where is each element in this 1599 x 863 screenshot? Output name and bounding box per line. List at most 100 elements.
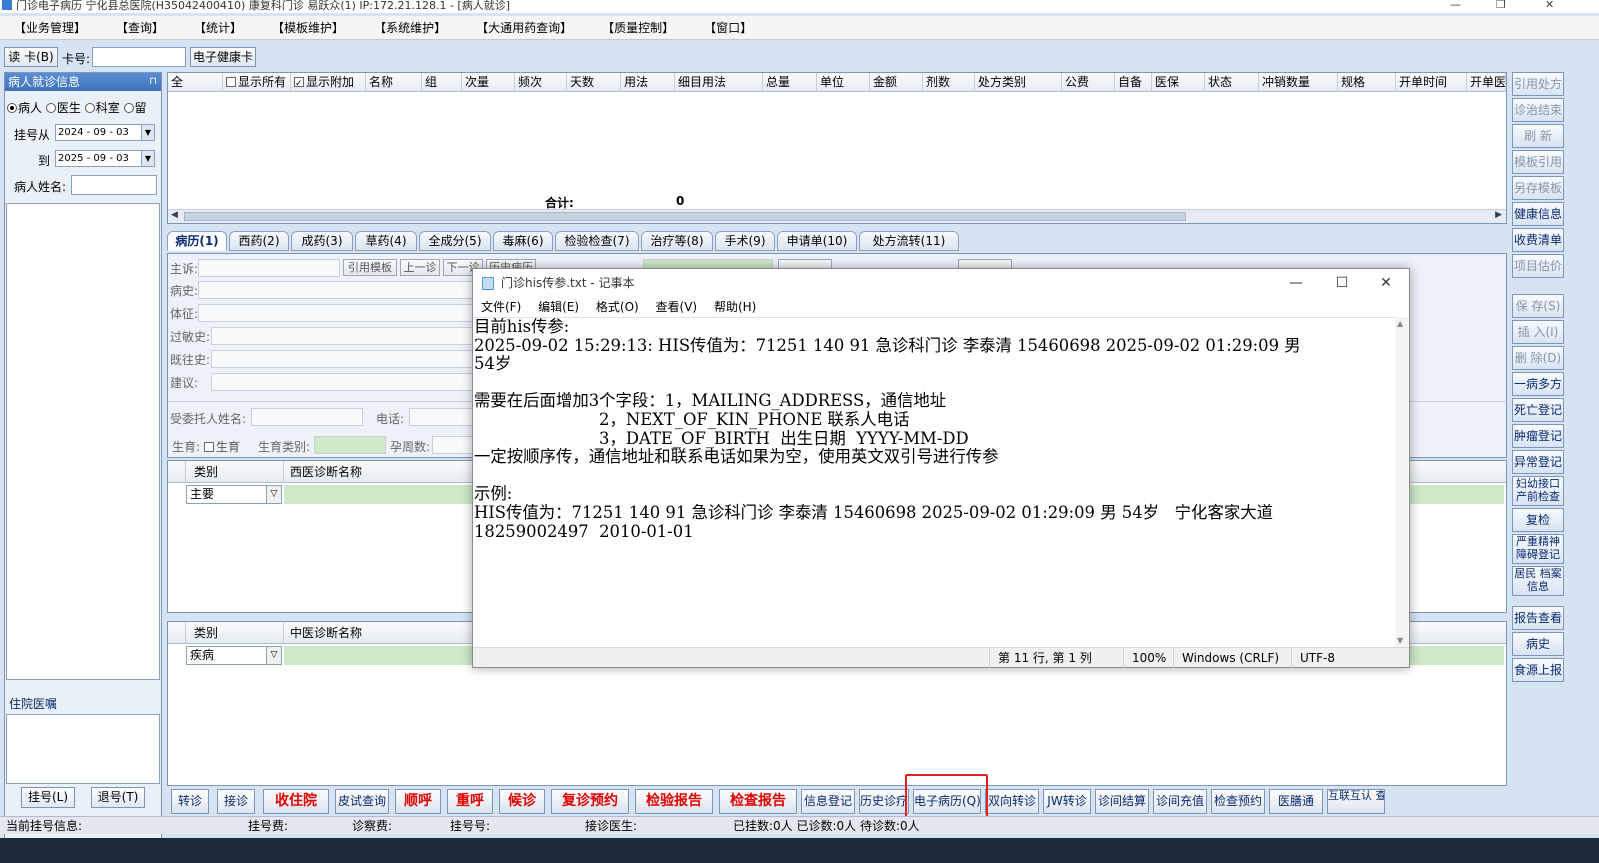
- call-next-button[interactable]: 顺呼: [395, 789, 441, 814]
- show-extra-checkbox[interactable]: 显示附加: [291, 73, 366, 92]
- skin-test-query-button[interactable]: 皮试查询: [335, 789, 389, 814]
- diag-type-select[interactable]: 主要 ▽: [186, 485, 282, 504]
- revisit-appointment-button[interactable]: 复诊预约: [551, 789, 629, 814]
- radio-doctor[interactable]: 医生: [45, 101, 81, 115]
- mental-disorder-register-button[interactable]: 严重精神 障碍登记: [1512, 534, 1564, 564]
- exam-input[interactable]: [198, 304, 478, 322]
- patient-list[interactable]: [6, 203, 160, 680]
- report-view-button[interactable]: 报告查看: [1512, 606, 1564, 630]
- recall-button[interactable]: 重呼: [447, 789, 493, 814]
- np-menu-file[interactable]: 文件(F): [481, 300, 521, 314]
- receive-button[interactable]: 接诊: [217, 789, 255, 814]
- np-menu-format[interactable]: 格式(O): [596, 300, 639, 314]
- reg-to-date[interactable]: 2025 - 09 - 03 ▼: [55, 150, 155, 167]
- info-register-button[interactable]: 信息登记: [801, 789, 855, 814]
- exam-report-button[interactable]: 检查报告: [719, 789, 797, 814]
- birth-type-input[interactable]: [314, 436, 386, 454]
- tcm-type-select[interactable]: 疾病 ▽: [186, 646, 282, 665]
- trustee-input[interactable]: [251, 408, 363, 426]
- prev-visit-button[interactable]: 上一诊: [400, 259, 440, 276]
- maximize-icon[interactable]: ☐: [1319, 269, 1365, 297]
- tab-full-component[interactable]: 全成分(5): [419, 231, 491, 251]
- lab-report-button[interactable]: 检验报告: [635, 789, 713, 814]
- allergy-input[interactable]: [211, 327, 478, 345]
- unregister-button[interactable]: 退号(T): [91, 787, 145, 808]
- cite-template-button[interactable]: 引用模板: [343, 259, 397, 276]
- menu-quality[interactable]: 【质量控制】: [602, 19, 674, 36]
- show-all-checkbox[interactable]: 显示所有: [223, 73, 291, 92]
- template-cite-button[interactable]: 模板引用: [1512, 150, 1564, 174]
- read-card-button[interactable]: 读 卡(B): [4, 47, 58, 67]
- tab-narcotic[interactable]: 毒麻(6): [493, 231, 553, 251]
- jw-referral-button[interactable]: JW转诊: [1043, 789, 1091, 814]
- clinic-settlement-button[interactable]: 诊间结算: [1095, 789, 1149, 814]
- resident-archive-button[interactable]: 居民 档案信息: [1512, 566, 1564, 596]
- close-icon[interactable]: ✕: [1545, 0, 1554, 11]
- food-source-report-button[interactable]: 食源上报: [1512, 658, 1564, 682]
- clinic-topup-button[interactable]: 诊间充值: [1153, 789, 1207, 814]
- tab-patent[interactable]: 成药(3): [291, 231, 353, 251]
- estimate-button[interactable]: 项目估价: [1512, 254, 1564, 278]
- waiting-button[interactable]: 候诊: [499, 789, 545, 814]
- tab-surgery[interactable]: 手术(9): [715, 231, 775, 251]
- exam-appointment-button[interactable]: 检查预约: [1211, 789, 1265, 814]
- mutual-recognition-button[interactable]: 互联互认 查询: [1327, 789, 1385, 814]
- menu-template[interactable]: 【模板维护】: [272, 19, 344, 36]
- menu-business[interactable]: 【业务管理】: [14, 19, 86, 36]
- past-input[interactable]: [211, 350, 478, 368]
- history-treatment-button[interactable]: 历史诊疗: [859, 789, 909, 814]
- horizontal-scrollbar[interactable]: ◀ ▶: [168, 209, 1506, 223]
- maximize-icon[interactable]: ❐: [1496, 0, 1506, 11]
- death-register-button[interactable]: 死亡登记: [1512, 398, 1564, 422]
- pin-icon[interactable]: ⊓: [149, 73, 157, 91]
- tab-request[interactable]: 申请单(10): [777, 231, 857, 251]
- one-disease-multi-rx-button[interactable]: 一病多方: [1512, 372, 1564, 396]
- tab-lab[interactable]: 检验检查(7): [555, 231, 639, 251]
- np-menu-edit[interactable]: 编辑(E): [538, 300, 579, 314]
- phone-input[interactable]: [409, 408, 479, 426]
- medical-diet-button[interactable]: 医膳通: [1269, 789, 1323, 814]
- maternal-interface-button[interactable]: 妇幼接口 产前检查: [1512, 476, 1564, 506]
- refresh-button[interactable]: 刷 新: [1512, 124, 1564, 148]
- tab-herbal[interactable]: 草药(4): [355, 231, 417, 251]
- insert-button[interactable]: 插 入(I): [1512, 320, 1564, 344]
- tab-rx-flow[interactable]: 处方流转(11): [859, 231, 959, 251]
- menu-stats[interactable]: 【统计】: [194, 19, 242, 36]
- vertical-scrollbar[interactable]: ▲ ▼: [1395, 317, 1408, 647]
- health-card-button[interactable]: 电子健康卡: [190, 47, 256, 67]
- abnormal-register-button[interactable]: 异常登记: [1512, 450, 1564, 474]
- radio-patient[interactable]: 病人: [7, 101, 42, 115]
- np-menu-help[interactable]: 帮助(H): [714, 300, 756, 314]
- col-all[interactable]: 全: [168, 73, 223, 92]
- close-icon[interactable]: ✕: [1363, 269, 1409, 297]
- chief-input[interactable]: [198, 259, 340, 277]
- delete-button[interactable]: 删 除(D): [1512, 346, 1564, 370]
- minimize-icon[interactable]: —: [1273, 269, 1319, 297]
- referral-button[interactable]: 转诊: [171, 789, 209, 814]
- medical-history-button[interactable]: 病史: [1512, 632, 1564, 656]
- fee-list-button[interactable]: 收费清单: [1512, 228, 1564, 252]
- save-template-button[interactable]: 另存模板: [1512, 176, 1564, 200]
- finish-visit-button[interactable]: 诊治结束: [1512, 98, 1564, 122]
- recheck-button[interactable]: 复检: [1512, 508, 1564, 532]
- birth-checkbox[interactable]: 生育: [204, 438, 240, 455]
- history-input[interactable]: [198, 281, 478, 299]
- tab-record[interactable]: 病历(1): [167, 231, 227, 251]
- tab-treatment[interactable]: 治疗等(8): [641, 231, 713, 251]
- admit-button[interactable]: 收住院: [263, 789, 329, 814]
- save-button[interactable]: 保 存(S): [1512, 294, 1564, 318]
- reg-from-date[interactable]: 2024 - 09 - 03 ▼: [55, 124, 155, 141]
- menu-window[interactable]: 【窗口】: [704, 19, 752, 36]
- card-no-input[interactable]: [92, 47, 186, 67]
- radio-stay[interactable]: 留: [123, 101, 147, 115]
- tumor-register-button[interactable]: 肿瘤登记: [1512, 424, 1564, 448]
- menu-system[interactable]: 【系统维护】: [374, 19, 446, 36]
- two-way-referral-button[interactable]: 双向转诊: [985, 789, 1039, 814]
- menu-drug-query[interactable]: 【大通用药查询】: [476, 19, 572, 36]
- np-menu-view[interactable]: 查看(V): [656, 300, 698, 314]
- health-info-button[interactable]: 健康信息: [1512, 202, 1564, 226]
- notepad-text-area[interactable]: 目前his传参: 2025-09-02 15:29:13: HIS传值为：7125…: [474, 317, 1396, 647]
- tab-western[interactable]: 西药(2): [229, 231, 289, 251]
- menu-query[interactable]: 【查询】: [116, 19, 164, 36]
- radio-dept[interactable]: 科室: [84, 101, 120, 115]
